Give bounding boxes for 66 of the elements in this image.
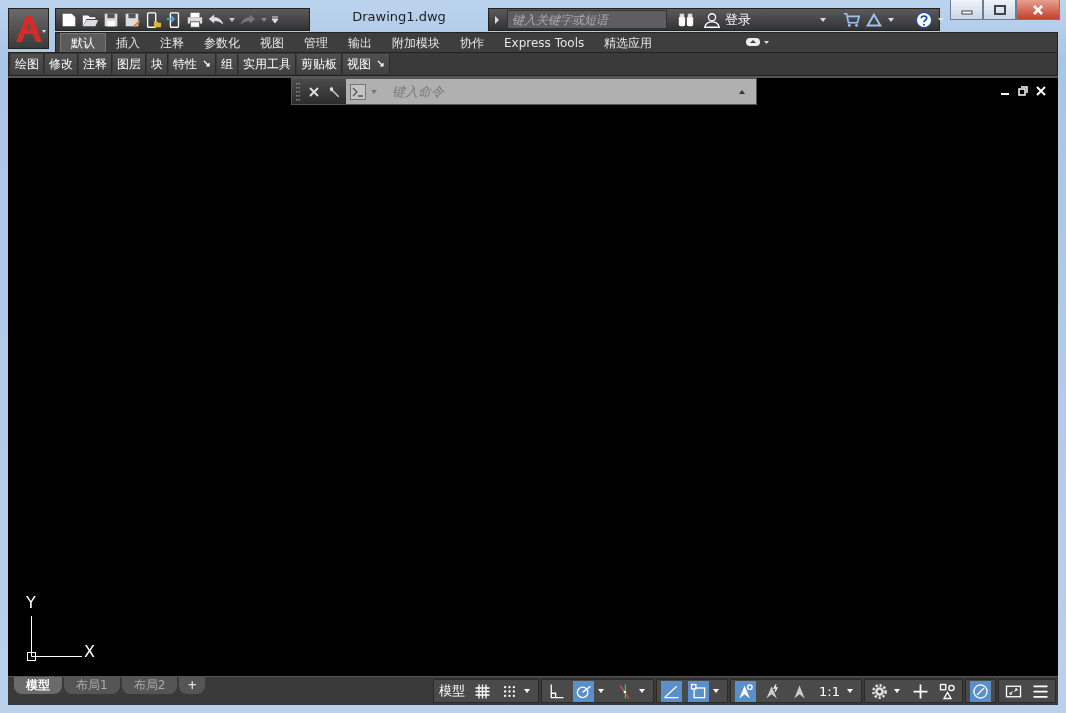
ribbon-panel-button[interactable]: 视图: [343, 54, 390, 74]
ribbon-tab[interactable]: 默认: [60, 33, 106, 52]
caret-icon: [712, 687, 721, 695]
caret-icon: [638, 687, 647, 695]
ribbon-tab[interactable]: 注释: [150, 33, 194, 52]
caret-icon[interactable]: [887, 15, 895, 24]
ribbon-tab[interactable]: Express Tools: [494, 33, 595, 52]
ribbon-panel-button[interactable]: 图层: [113, 54, 146, 74]
dialog-launcher-icon[interactable]: [377, 60, 385, 68]
ribbon-panel-button[interactable]: 注释: [79, 54, 112, 74]
caret-icon: [893, 687, 901, 695]
axis-label: Y: [26, 594, 36, 612]
caret-icon: [846, 687, 854, 695]
cart-icon[interactable]: [843, 10, 861, 29]
prompt-icon: [350, 83, 366, 100]
caret-icon: [597, 687, 606, 695]
restore-icon: [993, 4, 1006, 15]
expand-arrow-icon[interactable]: [493, 14, 501, 25]
ribbon-tab[interactable]: 参数化: [194, 33, 250, 52]
app-menu-button[interactable]: [8, 8, 49, 49]
ucs-icon: [27, 615, 83, 661]
help-icon[interactable]: [915, 10, 933, 29]
command-history-button[interactable]: [734, 79, 756, 104]
sign-in-button[interactable]: 登录: [699, 10, 755, 29]
caret-icon[interactable]: [937, 15, 945, 24]
ribbon-tab[interactable]: 插入: [106, 33, 150, 52]
scale-button[interactable]: 1:1: [814, 680, 859, 702]
ribbon-toggle-icon[interactable]: [746, 37, 771, 47]
restore-icon[interactable]: [1018, 86, 1028, 96]
user-icon: [703, 10, 721, 29]
maximize-button[interactable]: [983, 0, 1016, 20]
model-space-button[interactable]: 模型: [436, 680, 469, 702]
wrench-icon[interactable]: [328, 85, 340, 98]
caret-icon: [523, 687, 532, 695]
dialog-launcher-icon[interactable]: [203, 60, 211, 68]
ribbon-panel-button[interactable]: 组: [217, 54, 238, 74]
ribbon-tab[interactable]: 输出: [338, 33, 382, 52]
close-button[interactable]: [1016, 0, 1060, 20]
caret-icon: [370, 87, 378, 96]
ribbon-panel-button[interactable]: 绘图: [11, 54, 44, 74]
ribbon-panel-button[interactable]: 剪贴板: [297, 54, 342, 74]
caret-icon[interactable]: [228, 15, 236, 24]
layout-tab[interactable]: 模型: [14, 677, 62, 694]
command-prompt-button[interactable]: [346, 79, 382, 104]
window-title: Drawing1.dwg: [351, 9, 447, 24]
ribbon-panel-button[interactable]: 修改: [45, 54, 78, 74]
customize-caret-icon[interactable]: [271, 15, 279, 24]
triangle-nodes-icon[interactable]: [865, 10, 883, 29]
caret-icon[interactable]: [819, 15, 827, 24]
add-layout-button[interactable]: +: [179, 677, 206, 694]
axis-label: X: [84, 642, 95, 661]
minimize-button[interactable]: [950, 0, 983, 20]
ribbon-tab[interactable]: 管理: [294, 33, 338, 52]
ribbon-tab[interactable]: 协作: [450, 33, 494, 52]
grip-handle-icon[interactable]: [296, 81, 300, 102]
ribbon-tab[interactable]: 视图: [250, 33, 294, 52]
phone-folder-icon[interactable]: [144, 10, 162, 29]
print-icon[interactable]: [186, 10, 204, 29]
ribbon-panel-button[interactable]: 块: [147, 54, 168, 74]
ribbon-tab[interactable]: 精选应用: [594, 33, 663, 52]
ribbon-panel-button[interactable]: 实用工具: [239, 54, 296, 74]
search-field[interactable]: 键入关键字或短语: [507, 10, 667, 29]
close-icon: [1032, 4, 1044, 15]
close-icon[interactable]: [308, 85, 320, 98]
ribbon-panel-button[interactable]: 特性: [169, 54, 216, 74]
ribbon-tab[interactable]: 附加模块: [382, 33, 450, 52]
